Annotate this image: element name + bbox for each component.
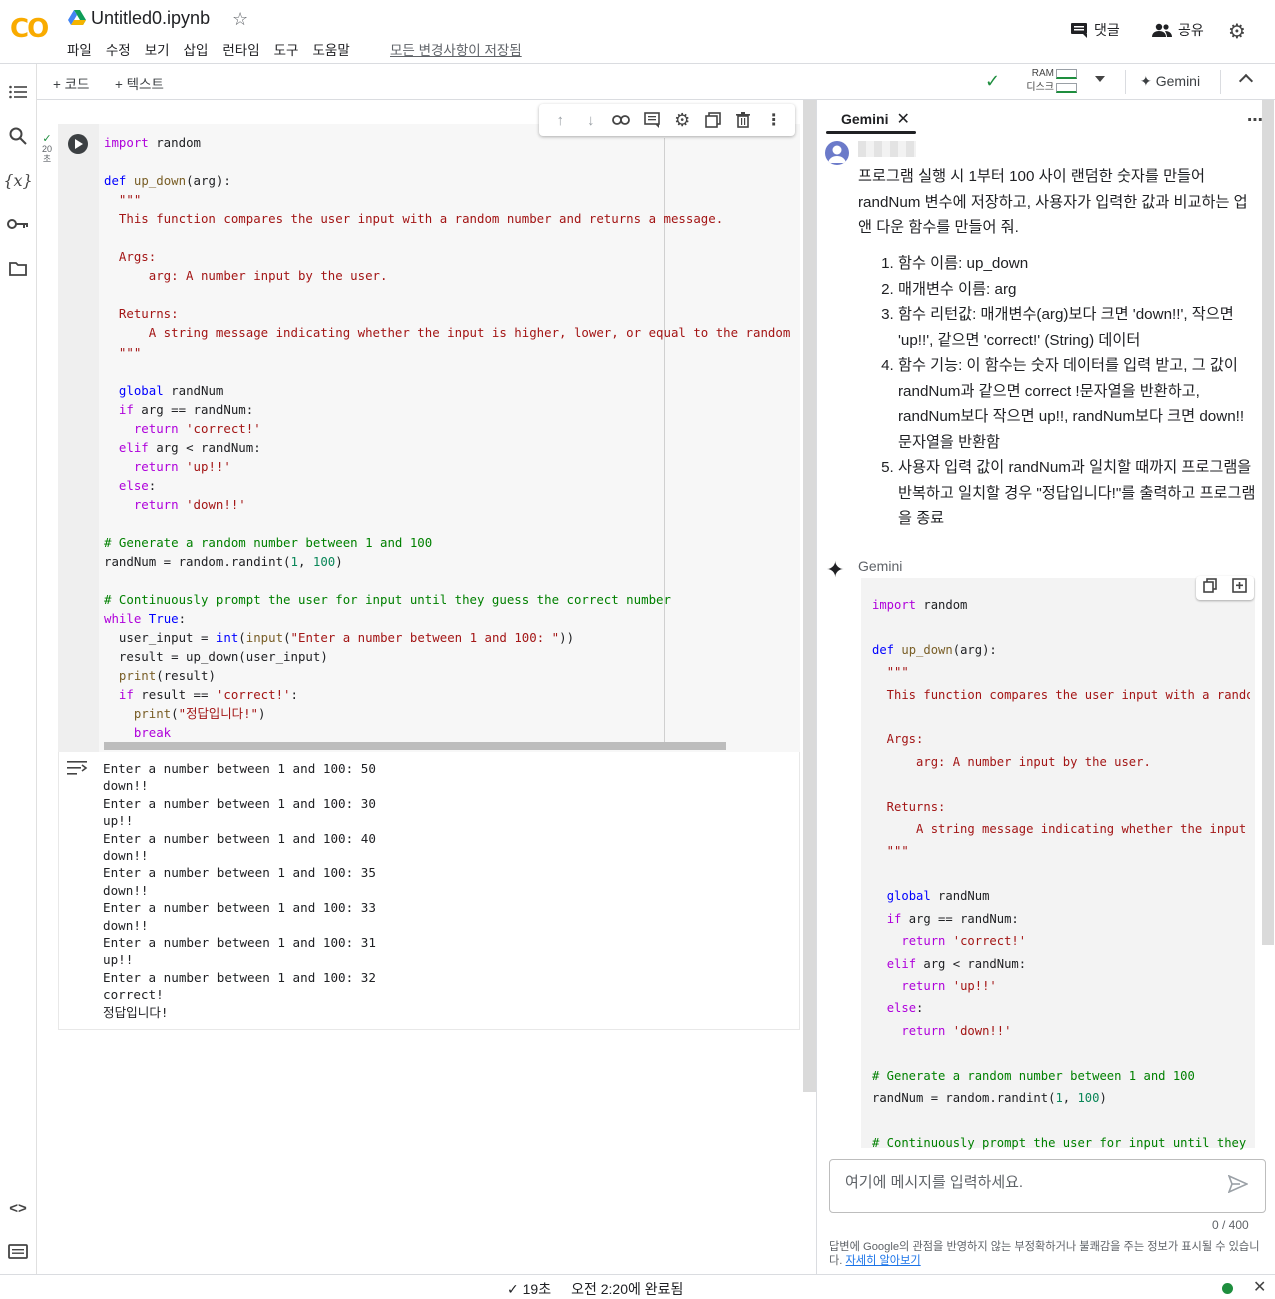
execution-status[interactable]: ✓ 19초 오전 2:20에 완료됨 <box>507 1279 683 1299</box>
gemini-toggle-label: Gemini <box>1155 73 1201 89</box>
comment-icon <box>1071 23 1087 38</box>
menu-tools[interactable]: 도구 <box>274 39 299 59</box>
character-counter: 0 / 400 <box>1212 1218 1249 1232</box>
exec-check-icon: ✓ <box>42 133 52 145</box>
key-icon[interactable] <box>6 212 30 236</box>
list-item: 함수 기능: 이 함수는 숫자 데이터를 입력 받고, 그 값이 randNum… <box>898 353 1258 455</box>
exec-time: 20 초 <box>41 144 52 164</box>
gemini-tab-label: Gemini <box>841 111 889 127</box>
menu-bar: 파일 수정 보기 삽입 런타임 도구 도움말 <box>67 39 364 59</box>
gemini-toggle-button[interactable]: ✦ Gemini <box>1140 73 1200 90</box>
code-horizontal-scrollbar[interactable] <box>104 742 726 750</box>
terminal-icon[interactable] <box>6 1239 30 1263</box>
more-options-icon[interactable]: ⋮ <box>763 109 785 131</box>
send-icon[interactable] <box>1227 1174 1249 1198</box>
saved-status-link[interactable]: 모든 변경사항이 저장됨 <box>390 39 522 59</box>
add-code-button[interactable]: + 코드 <box>53 73 89 93</box>
code-editor[interactable]: import random def up_down(arg): """ This… <box>104 133 792 741</box>
colab-logo[interactable]: CO <box>10 14 54 44</box>
gemini-message-input[interactable] <box>829 1159 1266 1213</box>
message-input-field[interactable] <box>845 1174 1215 1191</box>
comment-label: 댓글 <box>1094 22 1120 38</box>
cell-gutter <box>58 124 99 752</box>
gemini-sparkle-icon: ✦ <box>826 557 845 582</box>
execution-duration: ✓ 19초 <box>507 1281 552 1297</box>
list-item: 매개변수 이름: arg <box>898 277 1258 303</box>
move-down-arrow-icon[interactable]: ↓ <box>580 109 602 131</box>
menu-runtime[interactable]: 런타임 <box>222 39 259 59</box>
left-sidebar: {x} <> <box>0 64 37 1274</box>
cell-toolbar: ↑ ↓ ⚙ ⋮ <box>539 104 795 136</box>
people-icon <box>1152 23 1172 37</box>
comment-button[interactable]: 댓글 <box>1070 20 1120 40</box>
menu-insert[interactable]: 삽입 <box>184 39 209 59</box>
execution-completed-time: 오전 2:20에 완료됨 <box>571 1281 684 1297</box>
app-header: CO Untitled0.ipynb ☆ 파일 수정 보기 삽입 런타임 도구 … <box>0 0 1275 64</box>
menu-view[interactable]: 보기 <box>145 39 170 59</box>
runtime-dropdown-icon[interactable] <box>1095 76 1105 82</box>
gemini-code-text: import random def up_down(arg): """ This… <box>872 598 1250 1150</box>
toolbar-divider <box>1220 70 1221 94</box>
link-icon[interactable] <box>610 109 632 131</box>
user-prompt-list: 함수 이름: up_down 매개변수 이름: arg 함수 리턴값: 매개변수… <box>858 251 1258 532</box>
copy-icon[interactable] <box>1203 578 1218 598</box>
notebook-toolbar <box>37 64 1275 100</box>
learn-more-link[interactable]: 자세히 알아보기 <box>846 1255 921 1267</box>
gemini-sparkle-icon: ✦ <box>1140 73 1152 89</box>
disk-meter <box>1056 83 1077 93</box>
gemini-tab[interactable]: Gemini ✕ <box>841 109 910 129</box>
user-name-redacted <box>858 141 916 157</box>
user-prompt-text: 프로그램 실행 시 1부터 100 사이 랜덤한 숫자를 만들어 randNum… <box>858 168 1248 236</box>
user-avatar <box>825 141 849 165</box>
delete-trash-icon[interactable] <box>732 109 754 131</box>
cell-settings-gear-icon[interactable]: ⚙ <box>671 109 693 131</box>
list-item: 함수 이름: up_down <box>898 251 1258 277</box>
menu-help[interactable]: 도움말 <box>312 39 349 59</box>
add-text-button[interactable]: + 텍스트 <box>115 73 164 93</box>
comment-icon[interactable] <box>641 109 663 131</box>
share-button[interactable]: 공유 <box>1152 20 1204 40</box>
toolbar-divider <box>1125 70 1126 94</box>
connected-check-icon: ✓ <box>985 71 1001 91</box>
gemini-vertical-scrollbar[interactable] <box>1262 100 1274 945</box>
output-text: Enter a number between 1 and 100: 50 dow… <box>103 761 376 1020</box>
menu-edit[interactable]: 수정 <box>106 39 131 59</box>
close-tab-icon[interactable]: ✕ <box>896 109 909 129</box>
run-cell-button[interactable] <box>68 134 88 154</box>
cell-exec-status: ✓ 20 초 <box>40 133 54 165</box>
resource-labels[interactable]: RAM 디스크 <box>1018 67 1054 95</box>
runtime-status-dot <box>1222 1283 1233 1294</box>
drive-icon[interactable] <box>68 10 86 26</box>
panel-more-options-icon[interactable]: ⋯ <box>1247 110 1263 130</box>
code-block-actions <box>1196 576 1254 600</box>
output-toggle-icon[interactable] <box>67 760 89 781</box>
settings-gear-icon[interactable]: ⚙ <box>1228 19 1246 44</box>
search-icon[interactable] <box>6 124 30 148</box>
disclaimer-text: 답변에 Google의 관점을 반영하지 않는 부정확하거나 불쾌감을 주는 정… <box>829 1240 1269 1268</box>
disk-label: 디스크 <box>1026 82 1054 93</box>
list-item: 사용자 입력 값이 randNum과 일치할 때까지 프로그램을 반복하고 일치… <box>898 455 1258 532</box>
notebook-vertical-scrollbar[interactable] <box>803 100 816 1092</box>
close-icon[interactable]: ✕ <box>1253 1277 1266 1297</box>
list-item: 함수 리턴값: 매개변수(arg)보다 크면 'down!!', 작으면 'up… <box>898 302 1258 353</box>
share-label: 공유 <box>1178 22 1204 38</box>
menu-file[interactable]: 파일 <box>67 39 92 59</box>
variables-icon[interactable]: {x} <box>3 168 32 192</box>
gemini-response-label: Gemini <box>858 558 903 574</box>
active-tab-indicator <box>826 131 916 134</box>
insert-cell-icon[interactable] <box>1231 578 1247 598</box>
move-up-arrow-icon[interactable]: ↑ <box>549 109 571 131</box>
table-of-contents-icon[interactable] <box>6 80 30 104</box>
notebook-title[interactable]: Untitled0.ipynb <box>91 8 210 29</box>
star-icon[interactable]: ☆ <box>232 9 248 30</box>
ram-meter <box>1056 69 1077 79</box>
mirror-cell-icon[interactable] <box>702 109 724 131</box>
code-snippets-icon[interactable]: <> <box>6 1196 30 1220</box>
ram-label: RAM <box>1031 68 1054 79</box>
folder-icon[interactable] <box>6 256 30 280</box>
